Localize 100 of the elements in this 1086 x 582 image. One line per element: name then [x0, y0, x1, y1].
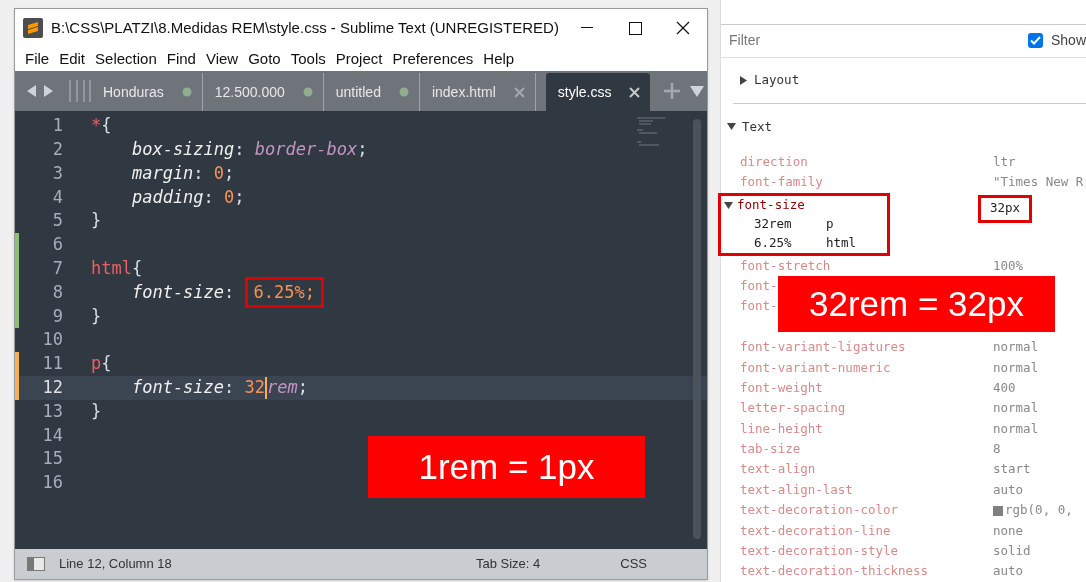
property-name: line-height [740, 419, 823, 438]
code-token: : [224, 280, 236, 304]
tab-grip-icon [69, 80, 91, 102]
line-number: 13 [41, 399, 64, 423]
check-icon [1029, 36, 1041, 46]
menu-item[interactable]: Help [478, 47, 520, 71]
property-name: text-align-last [740, 480, 853, 499]
dropdown-icon[interactable] [690, 85, 705, 97]
filter-field[interactable]: Filter [729, 30, 1028, 52]
code-token: rem [267, 375, 298, 399]
property-value: 8 [993, 440, 1001, 459]
source-value: 6.25% [754, 233, 793, 252]
line-number: 4 [51, 185, 64, 209]
code-token: } [91, 209, 102, 233]
menu-item[interactable]: Find [161, 47, 201, 71]
collapsed-arrow-icon[interactable] [739, 75, 748, 85]
property-name: text-align [740, 460, 816, 479]
property-name: font-weight [740, 378, 823, 397]
minimize-icon [581, 27, 593, 29]
code-token: 32 [244, 375, 266, 399]
line-number: 16 [41, 471, 64, 495]
property-value: normal [993, 338, 1039, 357]
line-number: 1 [51, 114, 64, 138]
code-token: border-box [254, 137, 358, 161]
code-token: * [91, 114, 102, 138]
property-value: start [993, 460, 1031, 479]
code-token: ; [234, 185, 245, 209]
property-name: font- [740, 297, 778, 316]
property-name: text-decoration-line [740, 521, 891, 540]
code-token: : [224, 375, 236, 399]
code-token: : [193, 161, 205, 185]
code-token: font-size [130, 280, 225, 304]
property-name: font-variant-ligatures [740, 338, 906, 357]
property-name: letter-spacing [740, 399, 846, 418]
property-name: text-decoration-thickness [740, 562, 929, 581]
line-number: 10 [41, 328, 64, 352]
tab-size[interactable]: Tab Size: 4 [475, 554, 541, 574]
code-token: } [91, 304, 102, 328]
section-header[interactable]: Text [742, 117, 773, 137]
section-header[interactable]: Layout [754, 71, 800, 90]
code-highlight: 6.25%; [244, 276, 324, 309]
menu-item[interactable]: Edit [54, 47, 91, 71]
code-token: font-size [130, 375, 225, 399]
property-value: 100% [993, 256, 1024, 275]
menu-item[interactable]: File [20, 47, 55, 71]
menu-item[interactable]: Tools [285, 47, 331, 71]
code-token: padding [130, 185, 204, 209]
code-token: : [234, 137, 246, 161]
source-value: 32rem [754, 214, 793, 233]
expanded-arrow-icon[interactable] [727, 122, 736, 132]
callout-label: 1rem = 1px [368, 436, 645, 498]
close-tab-icon[interactable] [629, 86, 641, 98]
tab-label: 12.500.000 [214, 82, 285, 102]
property-value: none [993, 521, 1024, 540]
code-token: 0 [224, 185, 235, 209]
menu-item[interactable]: View [200, 47, 244, 71]
menu-item[interactable]: Project [330, 47, 388, 71]
property-name: text-decoration-color [740, 501, 899, 520]
line-number: 12 [41, 375, 64, 399]
line-number: 14 [41, 423, 64, 447]
code-token: { [101, 352, 112, 376]
code-token: { [101, 114, 112, 138]
show-checkbox[interactable] [1027, 33, 1043, 49]
code-token: } [91, 399, 102, 423]
property-value: 400 [993, 378, 1016, 397]
code-token: 0 [213, 161, 225, 185]
window-title: B:\CSS\PLATZI\8.Medidas REM\style.css - Sublime Text (UNREGISTERED) [51, 17, 559, 38]
syntax-mode[interactable]: CSS [620, 554, 647, 574]
property-name: text-decoration-style [740, 542, 899, 561]
code-token: ; [224, 161, 235, 185]
menu-item[interactable]: Goto [243, 47, 286, 71]
menu-item[interactable]: Selection [90, 47, 162, 71]
scrollbar[interactable] [693, 119, 701, 539]
maximize-icon [628, 21, 642, 35]
line-number: 6 [51, 233, 64, 257]
new-tab-icon[interactable] [664, 83, 681, 99]
sidebar-toggle-icon[interactable] [27, 557, 45, 571]
code-token: { [131, 256, 143, 280]
app-logo-icon [23, 18, 43, 38]
menu-item[interactable]: Preferences [387, 47, 479, 71]
property-name: direction [740, 152, 808, 171]
tab-navigation-icon[interactable] [25, 84, 55, 98]
property-name: tab-size [740, 440, 801, 459]
expanded-arrow-icon[interactable] [724, 200, 733, 210]
close-icon [676, 21, 690, 35]
code-token: ; [297, 375, 308, 399]
property-name: font-variant-numeric [740, 358, 891, 377]
cursor-position: Line 12, Column 18 [59, 555, 172, 574]
line-number: 9 [51, 304, 64, 328]
line-number: 5 [51, 209, 64, 233]
property-value: "Times New R [993, 173, 1084, 192]
property-name: font- [740, 276, 778, 295]
property-name: font-size [737, 195, 805, 214]
editor-tab[interactable]: style.css [545, 73, 651, 111]
callout-label: 32rem = 32px [778, 276, 1055, 332]
tab-label: untitled [335, 82, 381, 102]
tab-label: style.css [557, 82, 612, 102]
source-selector[interactable]: p [826, 214, 834, 234]
source-selector[interactable]: html [826, 233, 857, 253]
code-token: ; [357, 137, 368, 161]
